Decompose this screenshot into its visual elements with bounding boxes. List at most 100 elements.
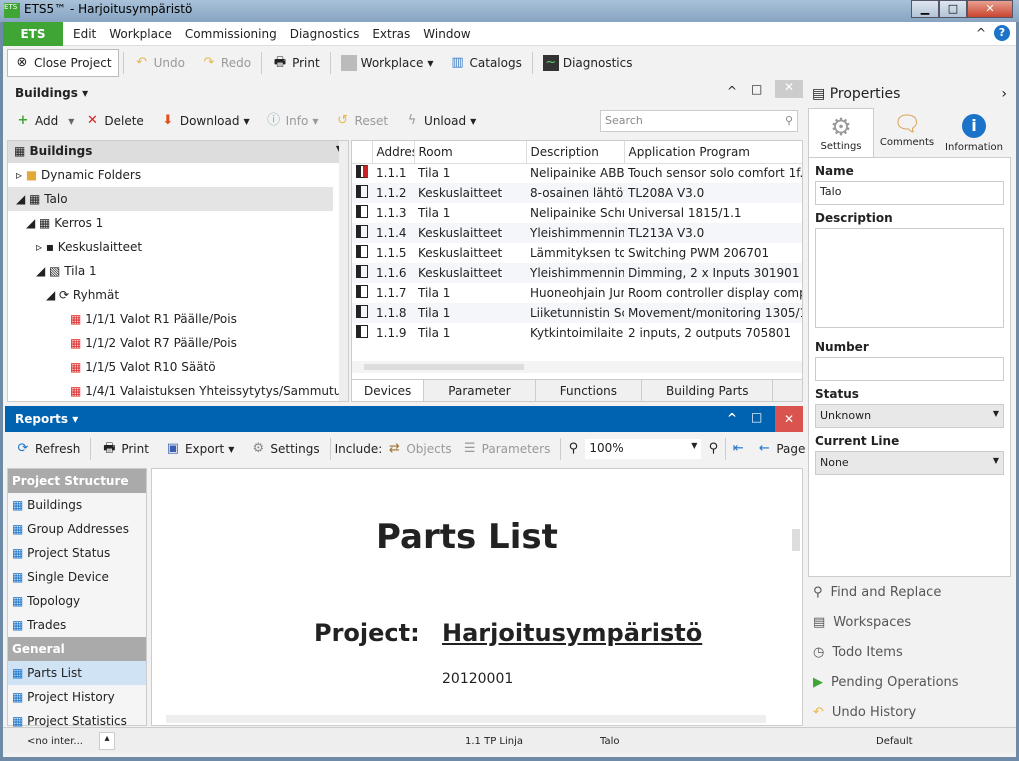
export-button[interactable]: ▣ Export ▼ bbox=[159, 439, 240, 459]
zoom-select[interactable]: 100% ▼ bbox=[585, 439, 702, 459]
workspaces-button[interactable]: ▤ Workspaces bbox=[813, 608, 1013, 638]
objects-toggle[interactable]: Objects bbox=[406, 442, 451, 456]
maximize-button[interactable]: □ bbox=[939, 0, 967, 18]
nav-item[interactable]: ▦ Project Status bbox=[8, 541, 146, 565]
maximize-panel-icon[interactable]: □ bbox=[751, 82, 762, 96]
parameters-toggle[interactable]: ☰ Parameters bbox=[456, 439, 557, 459]
catalogs-button[interactable]: ▥ Catalogs bbox=[444, 53, 528, 73]
diagnostics-button[interactable]: ~ Diagnostics bbox=[537, 53, 639, 73]
tab-building-parts[interactable]: Building Parts bbox=[642, 380, 774, 401]
name-field[interactable]: Talo bbox=[815, 181, 1004, 205]
tab-settings[interactable]: ⚙ Settings bbox=[808, 108, 874, 157]
device-row[interactable]: 1.1.9 Tila 1 Kytkintoimilaite... 2 inputs, … bbox=[352, 323, 802, 343]
device-row[interactable]: 1.1.6KeskuslaitteetYleishimmennin...Dimm… bbox=[352, 263, 802, 283]
tab-comments[interactable]: 🗨 Comments bbox=[874, 108, 940, 157]
todo-items-button[interactable]: ◷ Todo Items bbox=[813, 638, 1013, 668]
buildings-panel-title[interactable]: Buildings ▾ bbox=[15, 86, 88, 100]
zoom-out-icon[interactable]: ⚲ bbox=[565, 441, 581, 457]
close-window-button[interactable]: ✕ bbox=[967, 0, 1013, 18]
undo-history-button[interactable]: ↶ Undo History bbox=[813, 698, 1013, 728]
help-icon[interactable]: ? bbox=[994, 25, 1010, 41]
device-row[interactable]: 1.1.3 Tila 1 Nelipainike Schn... Universal … bbox=[352, 203, 802, 223]
column-header-description[interactable]: Description bbox=[526, 141, 625, 164]
redo-button[interactable]: ↷ Redo bbox=[195, 53, 257, 73]
tree-item-group-address[interactable]: ▦ 1/1/2 Valot R7 Päälle/Pois bbox=[8, 331, 348, 355]
horizontal-scrollbar[interactable] bbox=[166, 715, 766, 723]
info-button[interactable]: ⓘ Info ▼ bbox=[260, 111, 325, 131]
collapse-ribbon-icon[interactable]: ^ bbox=[976, 26, 986, 40]
ets-menu[interactable]: ETS bbox=[3, 21, 63, 46]
interface-up-button[interactable]: ▴ bbox=[99, 732, 115, 750]
column-header-room[interactable]: Room bbox=[414, 141, 527, 164]
tree-item-kerros-1[interactable]: ◢ ▦ Kerros 1 bbox=[8, 211, 348, 235]
column-header-icon[interactable] bbox=[352, 141, 373, 164]
menu-edit[interactable]: Edit bbox=[73, 27, 96, 41]
close-panel-icon[interactable]: ✕ bbox=[775, 406, 803, 432]
device-row[interactable]: 1.1.8Tila 1Liiketunnistin Sc...Movement/… bbox=[352, 303, 802, 323]
tree-item-tila-1[interactable]: ◢ ▧ Tila 1 bbox=[8, 259, 348, 283]
nav-item[interactable]: ▦ Group Addresses bbox=[8, 517, 146, 541]
tree-item-ryhmat[interactable]: ◢ ⟳ Ryhmät bbox=[8, 283, 348, 307]
first-page-icon[interactable]: ⇤ bbox=[730, 441, 746, 457]
nav-item[interactable]: ▦ Trades bbox=[8, 613, 146, 637]
device-row[interactable]: 1.1.2Keskuslaitteet8-osainen lähtöy...TL… bbox=[352, 183, 802, 203]
tree-item-dynamic-folders[interactable]: ▹ ■ Dynamic Folders bbox=[8, 163, 348, 187]
current-line-select[interactable]: None ▼ bbox=[815, 451, 1004, 475]
nav-item[interactable]: ▦ Topology bbox=[8, 589, 146, 613]
collapse-panel-icon[interactable]: ^ bbox=[727, 84, 737, 98]
page-button[interactable]: ← Page bbox=[750, 439, 811, 459]
report-print-button[interactable]: 🖶 Print bbox=[95, 439, 155, 459]
maximize-panel-icon[interactable]: □ bbox=[751, 410, 762, 424]
add-dropdown-icon[interactable]: ▼ bbox=[68, 117, 74, 126]
search-input[interactable]: Search ⚲ bbox=[600, 110, 798, 132]
close-panel-icon[interactable]: ✕ bbox=[775, 80, 803, 98]
nav-item[interactable]: ▦ Parts List bbox=[8, 661, 146, 685]
tree-item-group-address[interactable]: ▦ 1/4/1 Valaistuksen Yhteissytytys/Sammu… bbox=[8, 379, 348, 403]
tree-scrollbar[interactable] bbox=[339, 141, 348, 401]
chevron-right-icon[interactable]: › bbox=[1001, 86, 1007, 102]
horizontal-scrollbar[interactable] bbox=[352, 361, 802, 373]
nav-item[interactable]: ▦ Single Device bbox=[8, 565, 146, 589]
tree-header[interactable]: ▦ Buildings▼ bbox=[8, 141, 348, 163]
minimize-button[interactable]: ▁ bbox=[911, 0, 939, 18]
tab-information[interactable]: i Information bbox=[940, 108, 1008, 157]
reports-panel-header[interactable]: Reports ▾ ^ □ ✕ bbox=[5, 406, 803, 432]
collapse-panel-icon[interactable]: ^ bbox=[727, 411, 737, 425]
tree-item-group-address[interactable]: ▦ 1/1/5 Valot R10 Säätö bbox=[8, 355, 348, 379]
tree-item-group-address[interactable]: ▦ 1/1/1 Valot R1 Päälle/Pois bbox=[8, 307, 348, 331]
undo-button[interactable]: ↶ Undo bbox=[128, 53, 191, 73]
tab-functions[interactable]: Functions bbox=[536, 380, 643, 401]
tree-item-keskuslaitteet[interactable]: ▹ ▪ Keskuslaitteet bbox=[8, 235, 348, 259]
report-settings-button[interactable]: ⚙ Settings bbox=[244, 439, 325, 459]
number-field[interactable] bbox=[815, 357, 1004, 381]
device-row[interactable]: 1.1.1 Tila 1 Nelipainike ABB Touch sensor s… bbox=[352, 163, 802, 183]
add-button[interactable]: + Add bbox=[9, 111, 64, 131]
column-header-address[interactable]: Addres bbox=[372, 141, 415, 164]
refresh-button[interactable]: ⟳ Refresh bbox=[9, 439, 86, 459]
reset-button[interactable]: ↺ Reset bbox=[329, 111, 395, 131]
menu-commissioning[interactable]: Commissioning bbox=[185, 27, 277, 41]
nav-item[interactable]: ▦ Project History bbox=[8, 685, 146, 709]
device-row[interactable]: 1.1.7 Tila 1 Huoneohjain Jung Room controll… bbox=[352, 283, 802, 303]
column-header-application-program[interactable]: Application Program bbox=[624, 141, 802, 164]
zoom-in-icon[interactable]: ⚲ bbox=[705, 441, 721, 457]
close-project-button[interactable]: ⊗ Close Project bbox=[7, 49, 119, 77]
download-button[interactable]: ⬇ Download ▼ bbox=[154, 111, 256, 131]
find-and-replace-button[interactable]: ⚲ Find and Replace bbox=[813, 578, 1013, 608]
menu-diagnostics[interactable]: Diagnostics bbox=[290, 27, 360, 41]
menu-window[interactable]: Window bbox=[423, 27, 470, 41]
tab-parameter[interactable]: Parameter bbox=[424, 380, 536, 401]
include-toggle-icon[interactable]: ⇄ bbox=[386, 441, 402, 457]
tree-item-talo[interactable]: ◢ ▦ Talo bbox=[8, 187, 333, 211]
tab-devices[interactable]: Devices bbox=[352, 380, 425, 401]
status-select[interactable]: Unknown ▼ bbox=[815, 404, 1004, 428]
pending-operations-button[interactable]: ▶ Pending Operations bbox=[813, 668, 1013, 698]
menu-workplace[interactable]: Workplace bbox=[109, 27, 172, 41]
workplace-button[interactable]: Workplace ▼ bbox=[335, 53, 440, 73]
print-button[interactable]: 🖶 Print bbox=[266, 53, 326, 73]
device-row[interactable]: 1.1.4KeskuslaitteetYleishimmennin...TL21… bbox=[352, 223, 802, 243]
vertical-scrollbar[interactable] bbox=[792, 529, 800, 551]
delete-button[interactable]: ✕ Delete bbox=[78, 111, 149, 131]
unload-button[interactable]: ϟ Unload ▼ bbox=[398, 111, 482, 131]
device-row[interactable]: 1.1.5 Keskuslaitteet Lämmityksen toi... Swi… bbox=[352, 243, 802, 263]
